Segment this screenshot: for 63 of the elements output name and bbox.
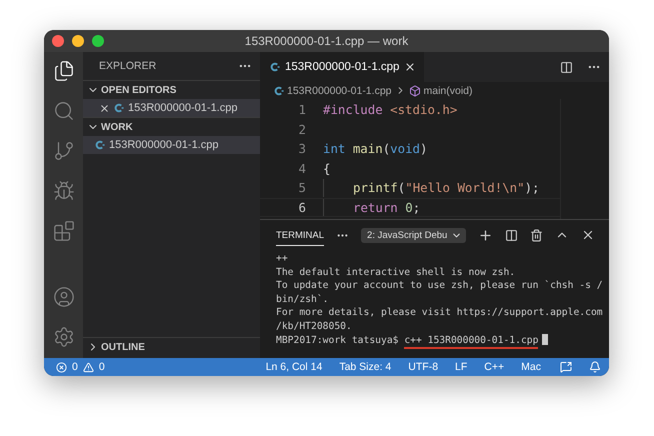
close-icon[interactable] xyxy=(99,102,110,114)
status-item[interactable]: Tab Size: 4 xyxy=(339,361,392,373)
cpp-file-icon xyxy=(114,103,124,113)
plus-icon[interactable] xyxy=(478,228,494,242)
breadcrumb-item[interactable]: main(void) xyxy=(424,84,473,96)
line-number: 1 xyxy=(298,102,307,118)
status-item[interactable]: Mac xyxy=(521,361,541,373)
close-light[interactable] xyxy=(52,35,64,47)
code-line: printf("Hello World!\n"); xyxy=(353,180,540,196)
terminal-select[interactable]: 2: JavaScript Debu xyxy=(361,228,466,242)
cpp-file-icon xyxy=(270,62,280,72)
branch-icon[interactable] xyxy=(52,140,74,162)
close-icon[interactable] xyxy=(404,61,416,73)
files-icon[interactable] xyxy=(52,60,74,82)
feedback-icon[interactable] xyxy=(560,361,572,373)
section-header[interactable]: OUTLINE xyxy=(83,337,260,356)
terminal-prompt: MBP2017:work tatsuya$ xyxy=(276,334,400,346)
error-icon[interactable] xyxy=(56,362,67,372)
terminal-line: /kb/HT208050. xyxy=(276,320,353,334)
terminal-line: For more details, please visit https://support.apple.com xyxy=(276,306,604,320)
cpp-file-icon xyxy=(274,86,284,96)
line-number: 6 xyxy=(298,200,307,215)
split-terminal-icon[interactable] xyxy=(505,228,518,242)
cpp-file-icon xyxy=(95,140,105,150)
breadcrumb-item[interactable]: 153R000000-01-1.cpp xyxy=(287,84,392,96)
code-line: int main(void) xyxy=(323,141,428,156)
account-icon[interactable] xyxy=(52,286,74,308)
line-number: 5 xyxy=(298,180,307,196)
status-item[interactable]: LF xyxy=(455,361,468,373)
settings-icon[interactable] xyxy=(52,326,74,348)
panel-tab[interactable]: TERMINAL xyxy=(276,224,324,246)
file-item[interactable]: 153R000000-01-1.cpp xyxy=(83,99,260,117)
status-item[interactable]: Ln 6, Col 14 xyxy=(266,361,322,373)
terminal-line: To update your account to use zsh, please run `chsh -s / xyxy=(276,279,604,293)
blocks-icon[interactable] xyxy=(52,220,74,242)
terminal-line: The default interactive shell is now zsh. xyxy=(276,266,516,280)
sidebar-title: EXPLORER xyxy=(99,60,156,72)
minimize-light[interactable] xyxy=(72,35,84,47)
code-line: return 0; xyxy=(353,200,420,215)
terminal-line: ++ xyxy=(276,252,289,266)
editor-tab[interactable]: 153R000000-01-1.cpp xyxy=(260,52,424,82)
warning-count[interactable]: 0 xyxy=(98,361,105,373)
zoom-light[interactable] xyxy=(92,35,104,47)
file-item[interactable]: 153R000000-01-1.cpp xyxy=(83,136,260,154)
line-number: 2 xyxy=(298,122,307,137)
status-item[interactable]: UTF-8 xyxy=(408,361,438,373)
bug-icon[interactable] xyxy=(52,180,74,202)
search-icon[interactable] xyxy=(52,100,74,122)
code-line: { xyxy=(323,160,330,176)
line-number: 4 xyxy=(298,160,307,176)
status-item[interactable]: C++ xyxy=(484,361,504,373)
terminal-command: c++ 153R000000-01-1.cpp xyxy=(404,334,538,349)
terminal-cursor xyxy=(542,334,548,345)
window-title: 153R000000-01-1.cpp — work xyxy=(244,34,408,48)
warning-icon[interactable] xyxy=(82,362,94,372)
line-number: 3 xyxy=(298,141,307,156)
code-line: #include <stdio.h> xyxy=(323,102,458,118)
split-editor-icon[interactable] xyxy=(560,60,573,74)
trash-icon[interactable] xyxy=(530,228,544,242)
bell-icon[interactable] xyxy=(589,361,601,373)
error-count[interactable]: 0 xyxy=(72,361,78,373)
cube-icon xyxy=(408,84,420,96)
terminal-line: bin/zsh`. xyxy=(276,292,330,306)
